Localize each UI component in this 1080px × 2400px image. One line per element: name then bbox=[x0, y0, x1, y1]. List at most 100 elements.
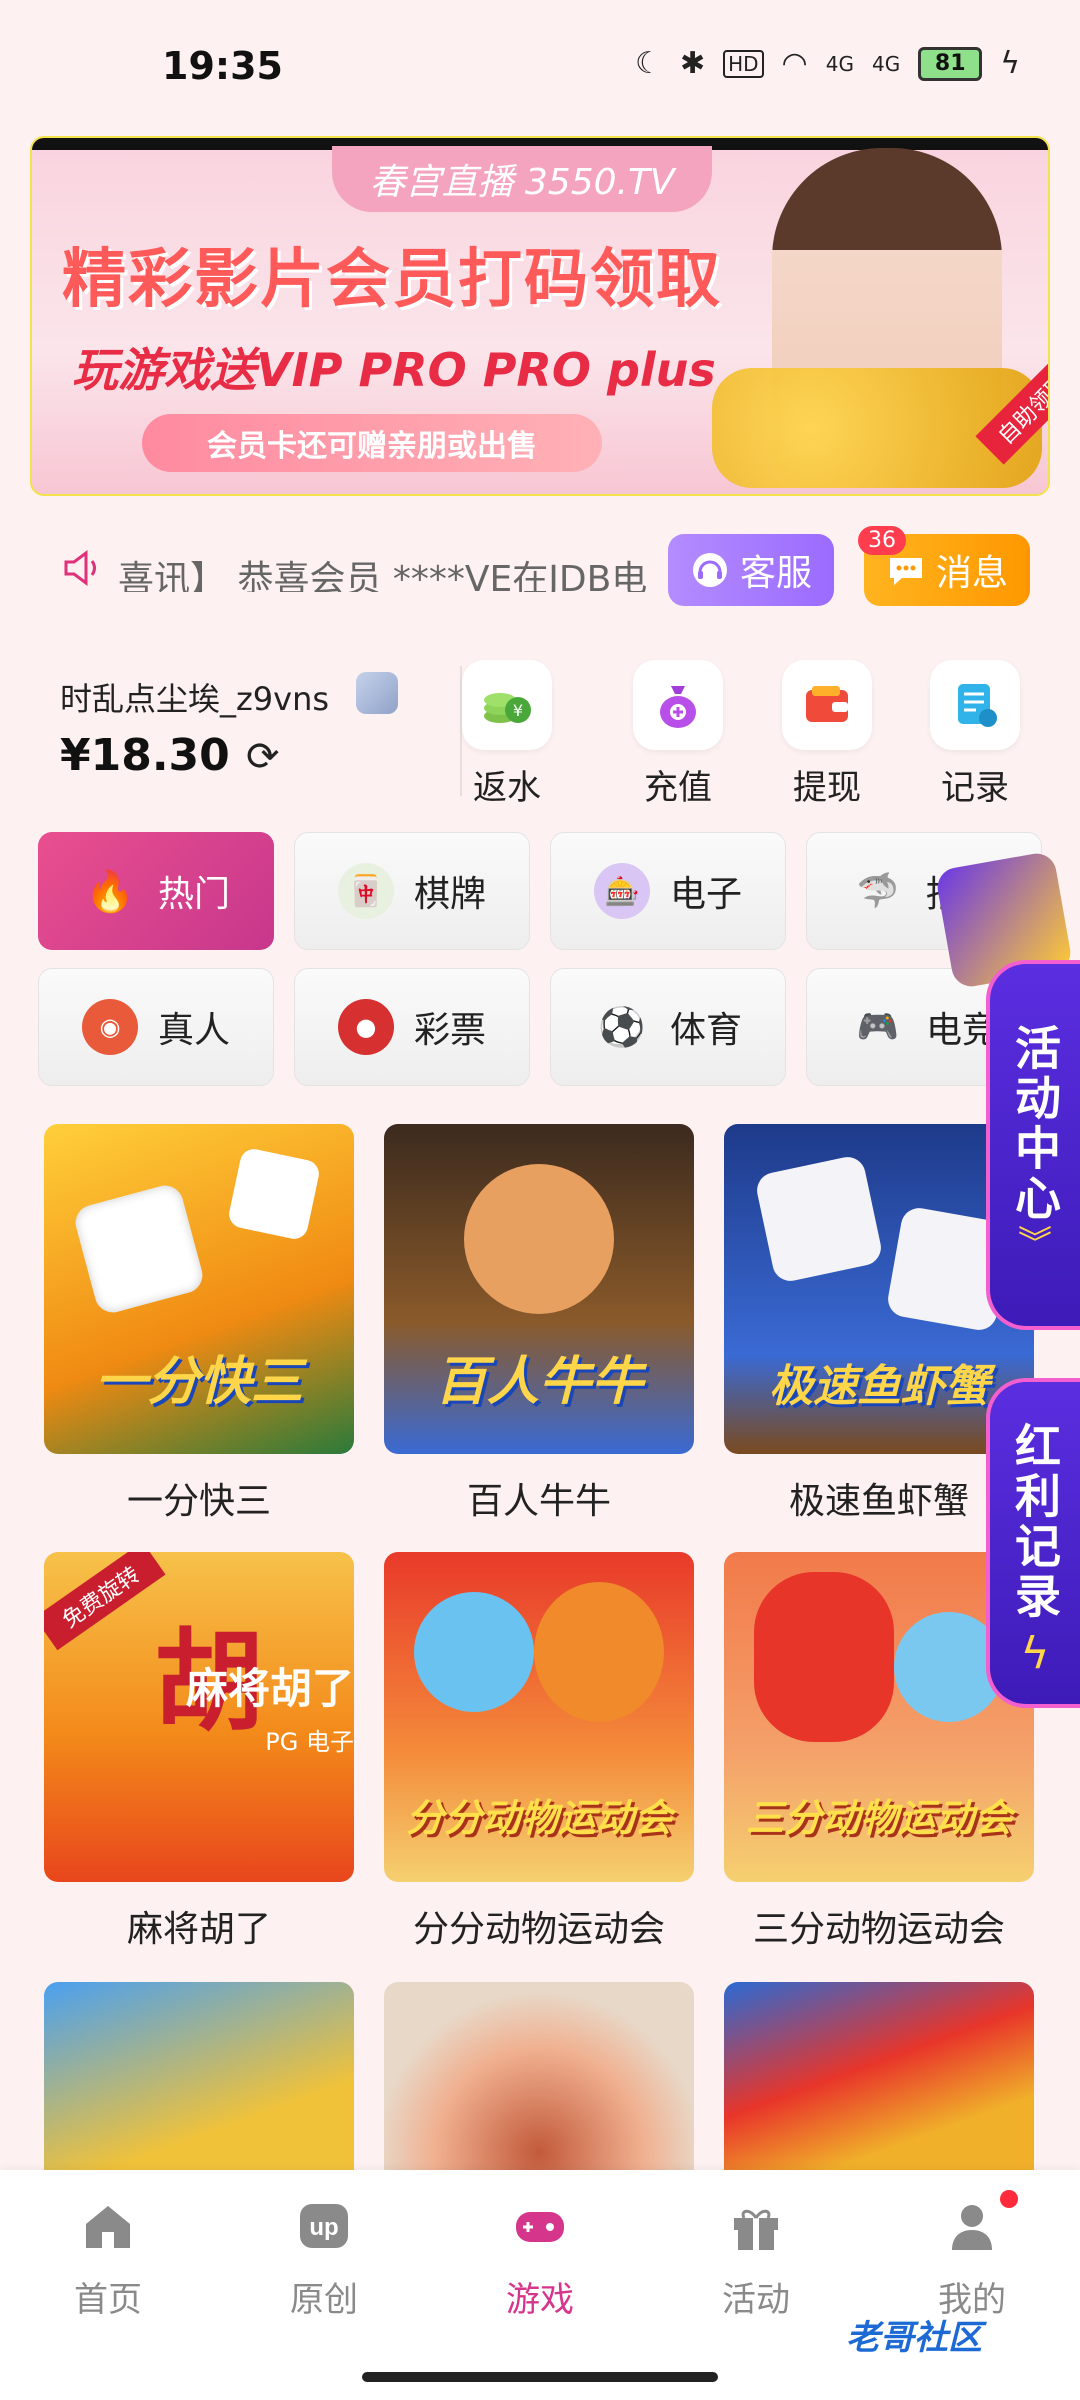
game-art-title: 一分快三 bbox=[94, 1352, 303, 1412]
banner-pill: 会员卡还可赠亲朋或出售 bbox=[142, 414, 602, 472]
gamepad-icon: 🎮 bbox=[856, 1007, 900, 1047]
lottery-ball-icon: ● bbox=[337, 999, 394, 1055]
balance-value: ¥18.30 bbox=[60, 730, 230, 781]
game-card[interactable]: 分分动物运动会 分分动物运动会 bbox=[384, 1552, 694, 1952]
chat-icon bbox=[889, 558, 922, 585]
action-deposit[interactable]: 充值 bbox=[623, 660, 733, 809]
dog-icon bbox=[534, 1582, 664, 1722]
nav-activity[interactable]: 活动 bbox=[686, 2196, 826, 2321]
status-bar: 19:35 ☾ ✱ HD ◠ 4G 4G 81 ϟ bbox=[0, 0, 1080, 130]
action-label: 记录 bbox=[941, 768, 1009, 808]
banner-subheadline: 玩游戏送VIP PRO PRO plus bbox=[72, 343, 716, 397]
game-name: 分分动物运动会 bbox=[412, 1909, 665, 1950]
banner-headline: 精彩影片会员打码领取 bbox=[62, 243, 722, 317]
promo-banner[interactable]: 春宫直播 3550.TV 精彩影片会员打码领取 玩游戏送VIP PRO PRO … bbox=[30, 136, 1050, 496]
category-label: 真人 bbox=[157, 1010, 230, 1051]
svg-text:¥: ¥ bbox=[513, 701, 523, 720]
game-thumbnail: 免费旋转 胡 麻将胡了 PG 电子 bbox=[44, 1552, 354, 1882]
message-label: 消息 bbox=[935, 553, 1008, 594]
nav-profile[interactable]: 我的 bbox=[902, 2196, 1042, 2321]
game-card[interactable]: 一分快三 一分快三 bbox=[44, 1124, 354, 1524]
action-record[interactable]: 记录 bbox=[920, 660, 1030, 809]
record-icon bbox=[930, 660, 1020, 750]
game-name: 百人牛牛 bbox=[466, 1481, 611, 1522]
game-card[interactable]: 百人牛牛 百人牛牛 bbox=[384, 1124, 694, 1524]
bottom-nav: 首页 up 原创 游戏 活动 我的 bbox=[0, 2170, 1080, 2400]
game-name: 三分动物运动会 bbox=[752, 1909, 1005, 1950]
category-hot[interactable]: 🔥 热门 bbox=[38, 832, 274, 950]
nav-label: 原创 bbox=[290, 2280, 358, 2320]
bonus-record-float[interactable]: 红利记录 ϟ bbox=[986, 1378, 1080, 1708]
refresh-icon[interactable]: ⟳ bbox=[246, 734, 280, 780]
money-bag-icon bbox=[633, 660, 723, 750]
game-art-title: 分分动物运动会 bbox=[405, 1796, 672, 1840]
wallet-icon bbox=[782, 660, 872, 750]
nav-label: 首页 bbox=[74, 2280, 142, 2320]
action-withdraw[interactable]: 提现 bbox=[772, 660, 882, 809]
action-label: 提现 bbox=[793, 768, 861, 808]
activity-center-float[interactable]: 活动中心 ︾ bbox=[986, 960, 1080, 1330]
game-art-title: 极速鱼虾蟹 bbox=[769, 1361, 989, 1412]
home-icon bbox=[86, 2206, 130, 2248]
category-label: 电子 bbox=[669, 874, 742, 915]
speaker-icon bbox=[64, 550, 96, 586]
coins-icon: ¥ bbox=[462, 660, 552, 750]
fish-icon: 🦈 bbox=[856, 871, 900, 911]
chevron-down-icon: ︾ bbox=[1018, 1224, 1052, 1264]
charging-icon: ϟ bbox=[1000, 46, 1020, 81]
game-thumbnail-partial[interactable] bbox=[44, 1982, 354, 2172]
category-live[interactable]: ◉ 真人 bbox=[38, 968, 274, 1086]
category-label: 热门 bbox=[157, 874, 230, 915]
message-count-badge: 36 bbox=[858, 526, 906, 555]
bonus-record-label: 红利记录 bbox=[1008, 1422, 1062, 1622]
gamepad-icon bbox=[516, 2212, 564, 2242]
bull-icon bbox=[464, 1164, 614, 1314]
lightning-icon: ϟ bbox=[1020, 1628, 1050, 1679]
hd-icon: HD bbox=[723, 49, 764, 78]
dice-icon bbox=[226, 1146, 322, 1242]
wifi-icon: ◠ bbox=[781, 46, 808, 81]
action-label: 充值 bbox=[644, 768, 712, 808]
game-thumbnail: 百人牛牛 bbox=[384, 1124, 694, 1454]
soccer-icon: ⚽ bbox=[598, 1004, 646, 1049]
category-label: 彩票 bbox=[413, 1010, 486, 1051]
battery-icon: 81 bbox=[918, 46, 983, 81]
category-chess[interactable]: 🀄 棋牌 bbox=[294, 832, 530, 950]
free-spin-ribbon: 免费旋转 bbox=[44, 1552, 166, 1651]
game-art-title: 百人牛牛 bbox=[434, 1352, 643, 1412]
message-button[interactable]: 36 消息 bbox=[858, 526, 1030, 606]
nav-home[interactable]: 首页 bbox=[38, 2196, 178, 2321]
status-icons: ☾ ✱ HD ◠ 4G 4G 81 ϟ bbox=[635, 46, 1020, 81]
home-indicator[interactable] bbox=[362, 2372, 718, 2382]
bluetooth-icon: ✱ bbox=[679, 46, 706, 81]
signal-icon: 4G bbox=[825, 51, 854, 76]
game-card[interactable]: 免费旋转 胡 麻将胡了 PG 电子 麻将胡了 bbox=[44, 1552, 354, 1952]
action-rebate[interactable]: ¥ 返水 bbox=[452, 660, 562, 809]
category-slots[interactable]: 🎰 电子 bbox=[550, 832, 786, 950]
category-label: 棋牌 bbox=[413, 874, 486, 915]
game-provider: PG 电子 bbox=[265, 1728, 354, 1756]
customer-service-button[interactable]: 客服 bbox=[668, 534, 834, 606]
vip-badge-icon bbox=[356, 672, 398, 714]
category-label: 体育 bbox=[669, 1010, 742, 1051]
customer-service-label: 客服 bbox=[739, 553, 812, 594]
watermark-logo: 老哥社区 bbox=[846, 2318, 982, 2358]
game-thumbnail-partial[interactable] bbox=[724, 1982, 1034, 2172]
category-lottery[interactable]: ● 彩票 bbox=[294, 968, 530, 1086]
nav-original[interactable]: up 原创 bbox=[254, 2196, 394, 2321]
signal-icon-2: 4G bbox=[871, 51, 901, 76]
game-thumbnail: 分分动物运动会 bbox=[384, 1552, 694, 1882]
category-sports[interactable]: ⚽ 体育 bbox=[550, 968, 786, 1086]
user-icon bbox=[952, 2205, 992, 2250]
game-art-title: 麻将胡了 bbox=[185, 1664, 354, 1713]
game-thumbnail-partial[interactable] bbox=[384, 1982, 694, 2172]
nav-games[interactable]: 游戏 bbox=[470, 2196, 610, 2321]
news-marquee: 喜讯】 恭喜会员 ****VE在JDB电 bbox=[118, 559, 648, 592]
nav-label: 活动 bbox=[722, 2280, 790, 2320]
slot-icon: 🎰 bbox=[593, 863, 650, 919]
moon-icon: ☾ bbox=[635, 46, 662, 81]
action-label: 返水 bbox=[473, 768, 541, 808]
activity-center-label: 活动中心 bbox=[1008, 1024, 1062, 1224]
dice-icon bbox=[71, 1181, 207, 1317]
game-thumbnail: 一分快三 bbox=[44, 1124, 354, 1454]
